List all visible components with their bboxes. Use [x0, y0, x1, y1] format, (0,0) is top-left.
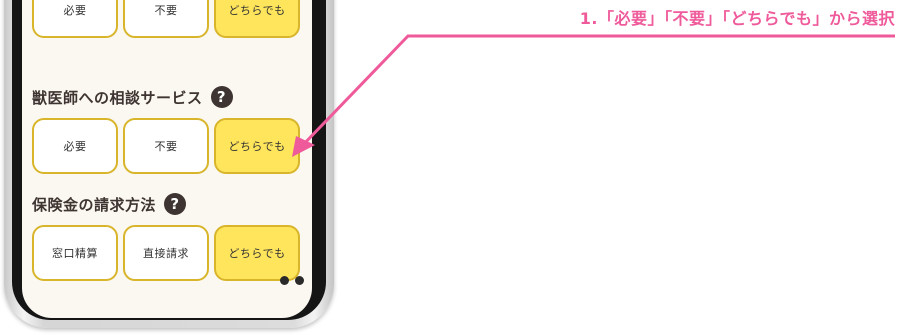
annotation-label: 1.「必要」「不要」「どちらでも」から選択	[579, 9, 895, 28]
annotation-arrow	[292, 34, 895, 157]
